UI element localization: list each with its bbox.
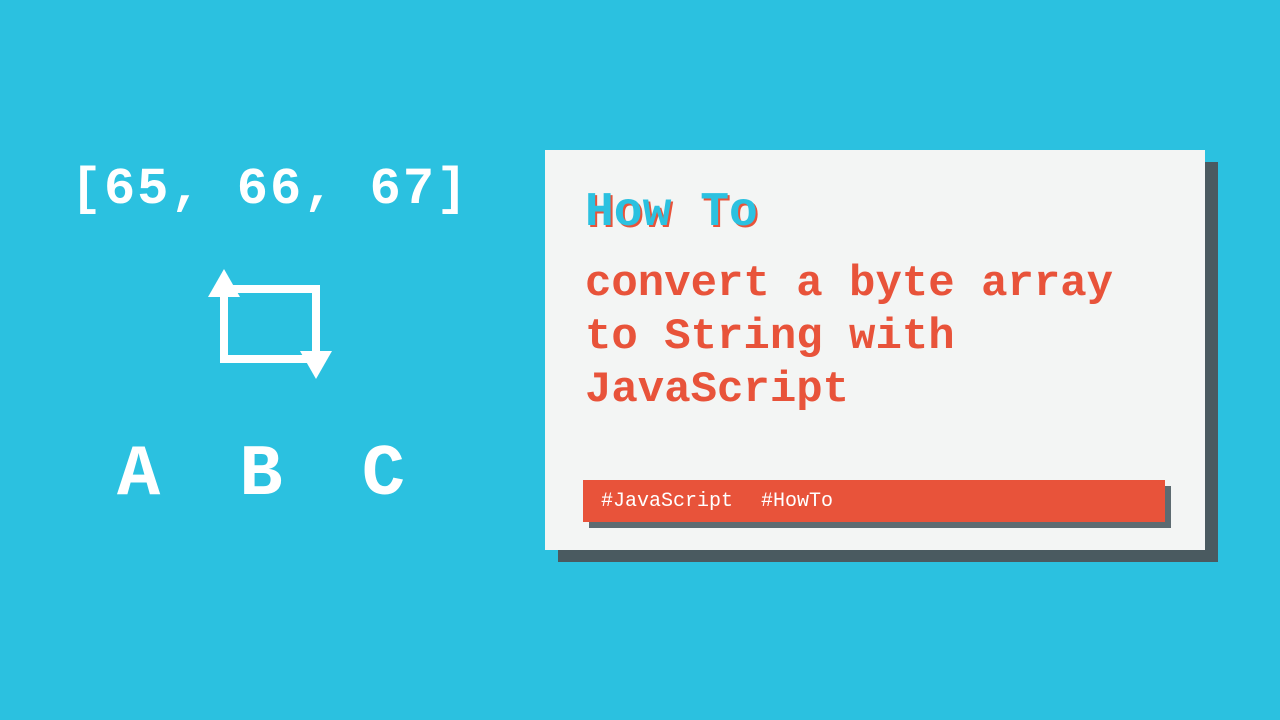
byte-array-text: [65, 66, 67] — [71, 160, 469, 219]
result-text: A B C — [117, 434, 423, 516]
illustration-panel: [65, 66, 67] A B C — [60, 160, 480, 516]
tag-bar: #JavaScript #HowTo — [583, 480, 1165, 522]
convert-icon — [200, 269, 340, 394]
title-card: How To convert a byte array to String wi… — [545, 150, 1205, 550]
howto-label: How To — [585, 186, 1165, 240]
tag-item: #JavaScript — [601, 490, 733, 513]
card-title: convert a byte array to String with Java… — [585, 258, 1165, 416]
tag-item: #HowTo — [761, 490, 833, 513]
